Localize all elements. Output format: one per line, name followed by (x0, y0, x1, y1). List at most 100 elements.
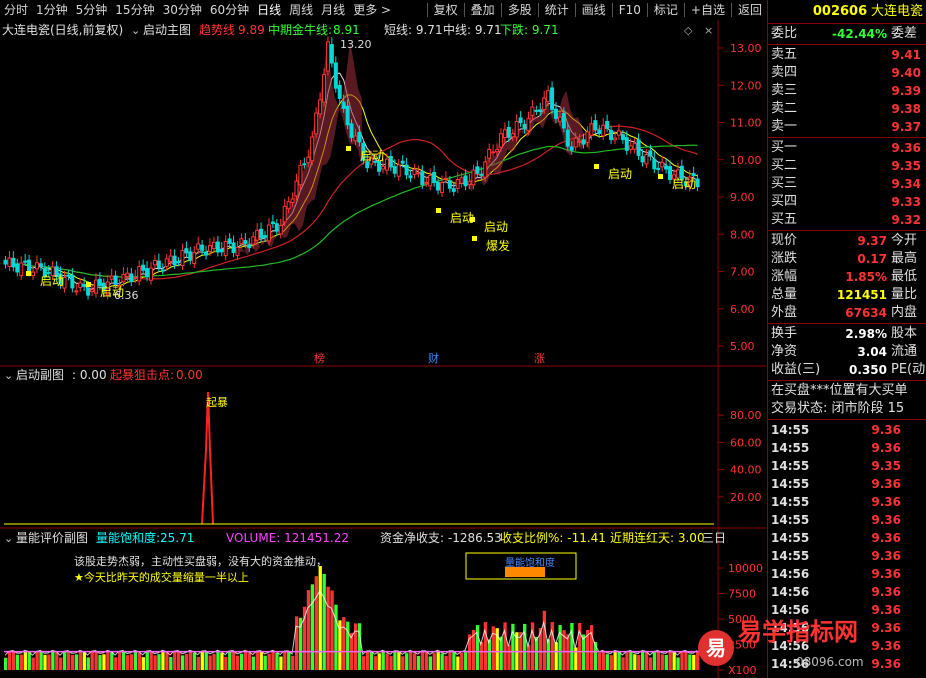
flow-value: 资金净收支: -1286.53 (380, 530, 502, 545)
stat-row-label: 涨幅 (771, 269, 798, 284)
main-title: 大连电瓷(日线,前复权) (2, 22, 123, 37)
sub-y-tick: 60.00 (730, 436, 762, 449)
toolbar-btn-4[interactable]: 画线 (578, 0, 610, 20)
diamond-icon[interactable]: ◇ (684, 24, 693, 37)
weibi-row: 委比 -42.44% 委差 (768, 25, 926, 43)
toolbar-btn-7[interactable]: +自选 (687, 0, 729, 20)
high-price-label: 13.20 (340, 38, 372, 51)
toolbar-btn-6[interactable]: 标记 (650, 0, 682, 20)
toolbar-btn-8[interactable]: 返回 (734, 0, 766, 20)
tick-time: 14:55 (771, 513, 810, 527)
tick-time: 14:56 (771, 567, 810, 581)
mid-label: 中期金牛线: (268, 22, 332, 37)
ask-row: 卖一 9.37 (768, 118, 926, 136)
bid-row: 买四 9.33 (768, 193, 926, 211)
signal-dot (346, 146, 351, 151)
stat-row-label2: 内盘 (891, 305, 918, 320)
toolbar-btn-0[interactable]: 复权 (430, 0, 462, 20)
stat-row: 换手 2.98% 股本 (768, 325, 926, 343)
vol-chevron-icon[interactable]: ⌄ (4, 532, 13, 545)
stat-row-value: 2.98% (845, 327, 887, 341)
weibi-label: 委比 (771, 26, 798, 41)
sub-chevron-icon[interactable]: ⌄ (4, 369, 13, 382)
tick-price: 9.36 (871, 441, 901, 455)
stat-row-label: 净资 (771, 344, 798, 359)
stat-row-value: 1.85% (845, 270, 887, 284)
bid-list: 买一 9.36 买二 9.35 买三 9.34 买四 9.33 买五 9.32 (768, 139, 926, 229)
extra-value: 三日 (702, 531, 726, 545)
ask-row-value: 9.40 (891, 66, 921, 80)
watermark-url: 08096.com (796, 655, 864, 669)
stat-row-value: 0.350 (849, 363, 887, 377)
tick-row: 14:55 9.36 (768, 421, 926, 439)
stat-row-label2: 流通 (891, 344, 918, 359)
event-mark[interactable]: 财 (428, 351, 439, 365)
bid-row-label: 买五 (771, 212, 798, 227)
signal-marker: 启动 (608, 167, 632, 181)
tick-time: 14:55 (771, 549, 810, 563)
stats-block-2: 换手 2.98% 股本 净资 3.04 流通 收益(三) 0.350 PE(动 (768, 325, 926, 379)
stat-row-label2: 股本 (891, 326, 918, 341)
indicator-name[interactable]: 启动主图 (143, 23, 191, 37)
tick-row: 14:55 9.36 (768, 529, 926, 547)
sub-panel-name[interactable]: 启动副图 (16, 368, 64, 382)
tick-time: 14:55 (771, 441, 810, 455)
kline-chart[interactable]: 大连电瓷(日线,前复权) ⌄ 启动主图 趋势线 9.89 中期金牛线: 8.91… (0, 20, 766, 678)
stat-row-value: 121451 (836, 288, 887, 302)
quote-sidebar: 002606 大连电瓷 委比 -42.44% 委差 卖五 9.41 卖四 9.40 卖三… (767, 0, 926, 678)
toolbar-btn-3[interactable]: 统计 (541, 0, 573, 20)
sub-value2: 0.00 (176, 368, 203, 382)
period-tab-0[interactable]: 分时 (0, 0, 32, 20)
stat-row-label: 收益(三) (771, 362, 821, 377)
fall-line: 下跌: 9.71 (500, 22, 559, 37)
stat-row-value: 0.17 (857, 252, 887, 266)
period-tab-2[interactable]: 5分钟 (72, 0, 112, 20)
toolbar-divider (426, 3, 428, 17)
period-tab-3[interactable]: 15分钟 (111, 0, 158, 20)
tick-row: 14:55 9.36 (768, 493, 926, 511)
period-tab-8[interactable]: 月线 (317, 0, 349, 20)
sub-panel-value: : 0.00 (72, 368, 107, 382)
bid-row: 买二 9.35 (768, 157, 926, 175)
period-tab-1[interactable]: 1分钟 (32, 0, 72, 20)
tick-price: 9.36 (871, 513, 901, 527)
trend-label: 趋势线 (199, 23, 235, 37)
event-mark[interactable]: 涨 (534, 352, 545, 365)
toolbar-btn-1[interactable]: 叠加 (467, 0, 499, 20)
period-tab-6[interactable]: 日线 (253, 0, 285, 20)
tick-row: 14:55 9.36 (768, 547, 926, 565)
mid-line: 中线: 9.71 (443, 22, 502, 37)
signal-dot (470, 217, 475, 222)
period-tab-4[interactable]: 30分钟 (159, 0, 206, 20)
sub-y-tick: 40.00 (730, 464, 762, 477)
stat-row: 净资 3.04 流通 (768, 343, 926, 361)
signal-marker: 启动 (672, 177, 696, 191)
main-y-tick: 11.00 (730, 117, 762, 130)
stat-row: 涨幅 1.85% 最低 (768, 268, 926, 286)
toolbar-btn-5[interactable]: F10 (615, 0, 645, 20)
stats-block-1: 现价 9.37 今开 涨跌 0.17 最高 涨幅 1.85% 最低 总量 121451 量比 外盘 676… (768, 232, 926, 322)
tick-row: 14:55 9.35 (768, 457, 926, 475)
vol-panel-name[interactable]: 量能评价副图 (16, 531, 88, 545)
main-y-tick: 10.00 (730, 154, 762, 167)
mid-value: 8.91 (333, 23, 360, 37)
toolbar-btn-2[interactable]: 多股 (504, 0, 536, 20)
bid-row: 买一 9.36 (768, 139, 926, 157)
ask-row-value: 9.38 (891, 102, 921, 116)
period-tab-5[interactable]: 60分钟 (206, 0, 253, 20)
tick-price: 9.36 (871, 495, 901, 509)
stat-row-label2: 最高 (891, 251, 918, 266)
low-price-label: 6.36 (114, 289, 139, 302)
stat-row-label2: 最低 (891, 269, 918, 284)
period-tab-7[interactable]: 周线 (285, 0, 317, 20)
sub-y-tick: 80.00 (730, 409, 762, 422)
bid-row: 买三 9.34 (768, 175, 926, 193)
chevron-down-icon[interactable]: ⌄ (131, 24, 140, 37)
ask-row: 卖五 9.41 (768, 46, 926, 64)
main-y-tick: 13.00 (730, 42, 762, 55)
tick-row: 14:56 9.36 (768, 583, 926, 601)
period-tab-9[interactable]: 更多 > (349, 0, 395, 20)
close-icon[interactable]: × (704, 24, 713, 37)
stat-row: 总量 121451 量比 (768, 286, 926, 304)
event-mark[interactable]: 榜 (314, 351, 325, 365)
